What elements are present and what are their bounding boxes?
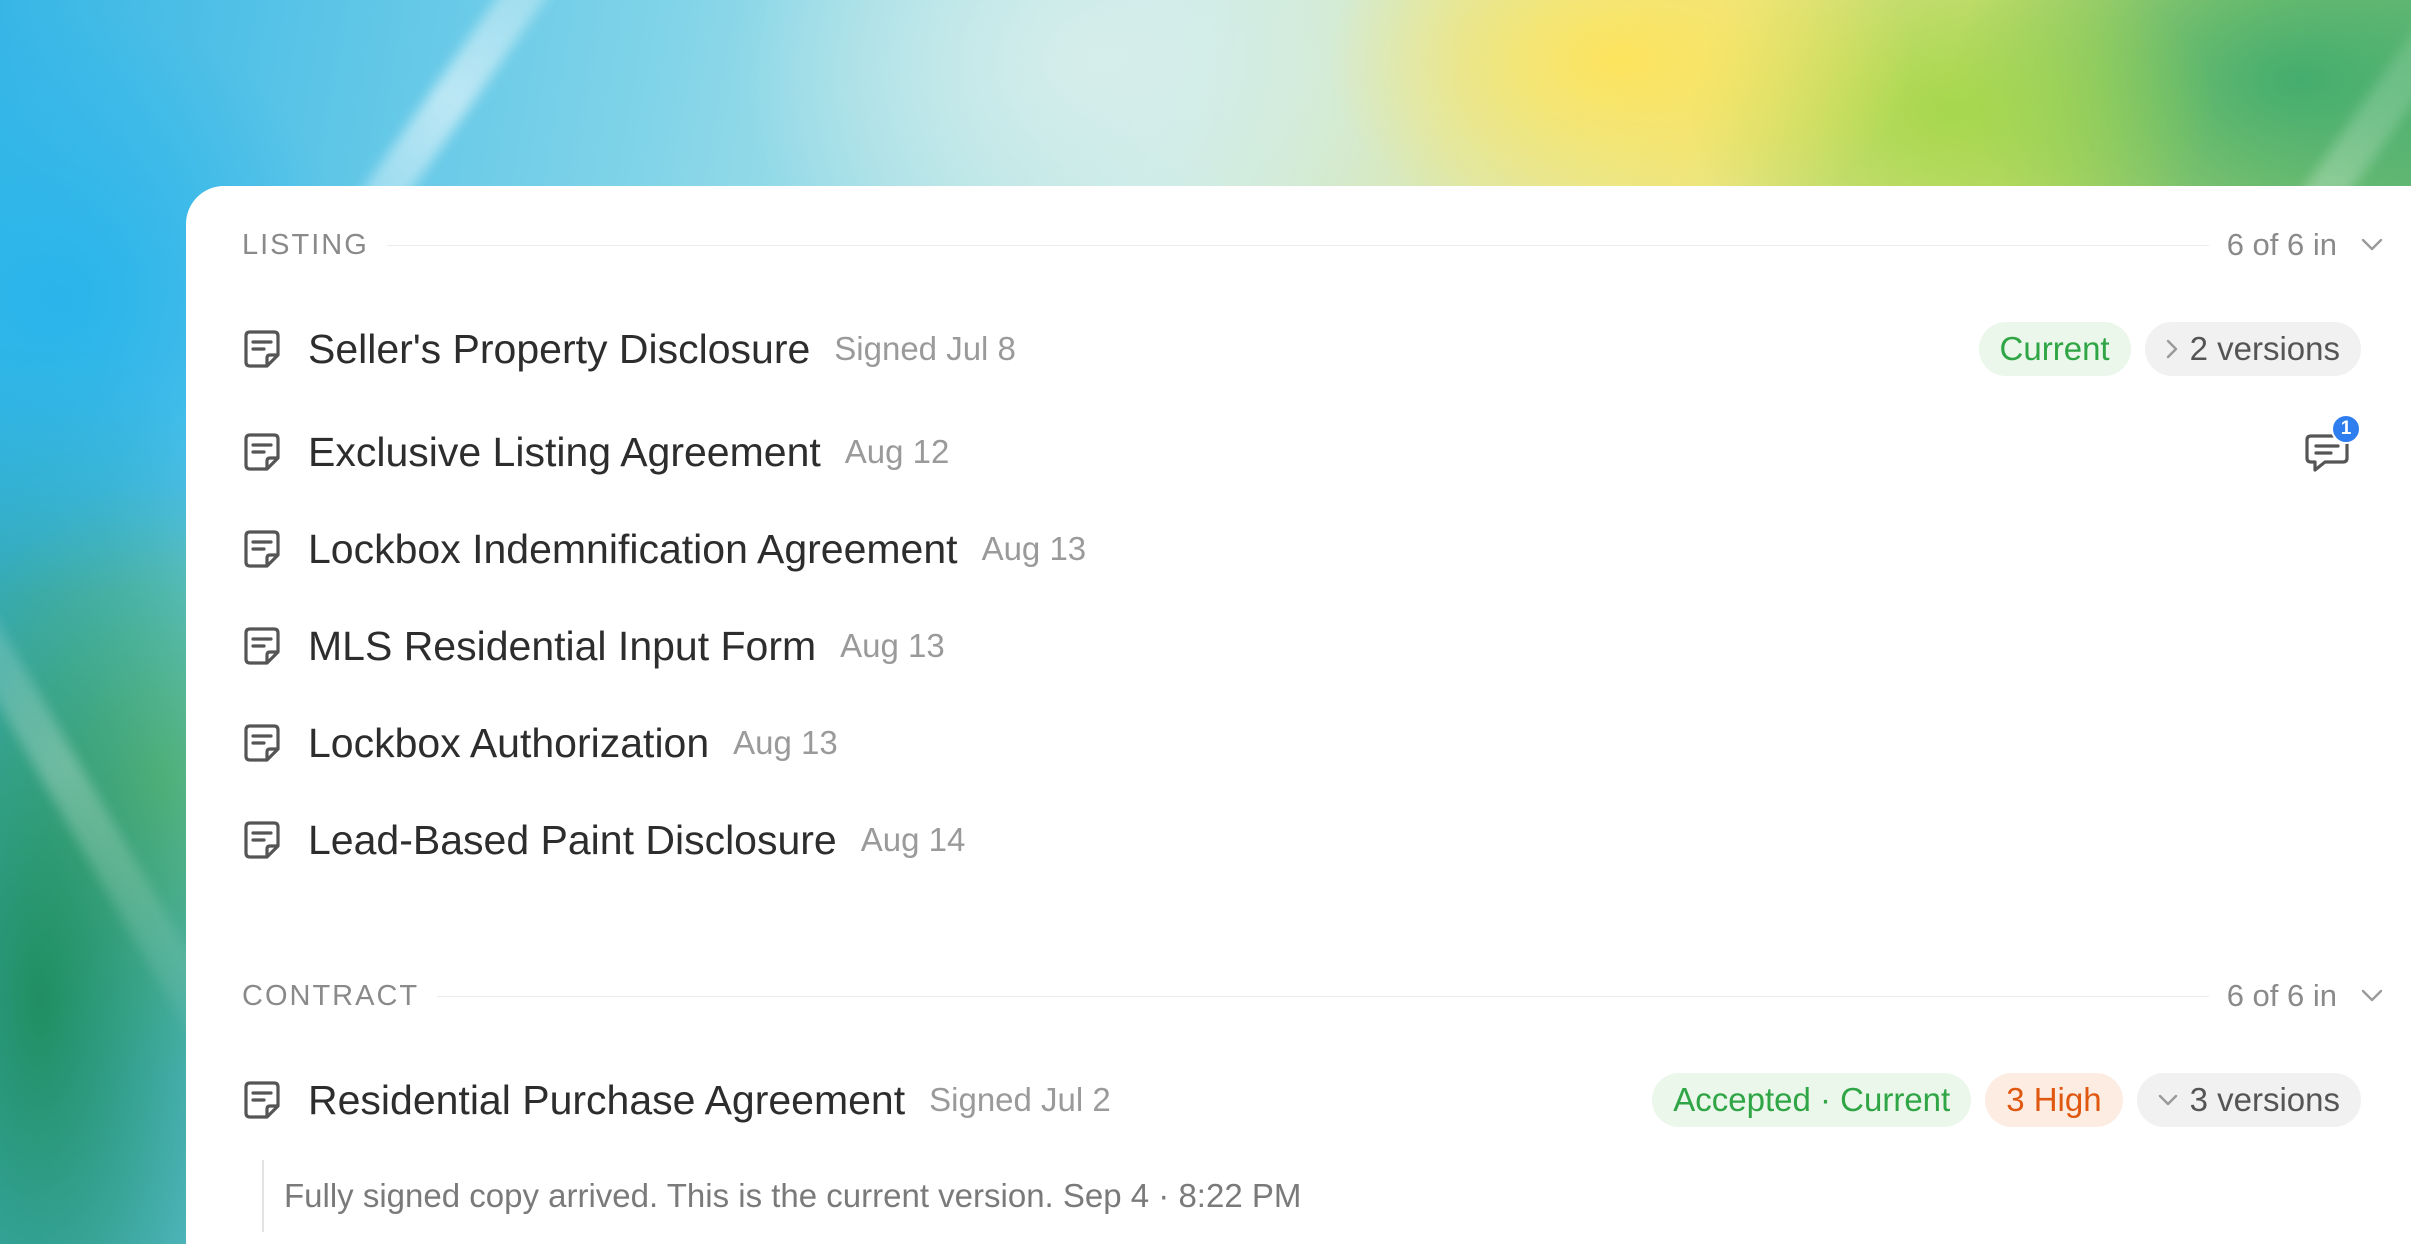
document-row[interactable]: Residential Purchase Agreement Signed Ju…: [242, 1068, 2411, 1132]
document-date: Aug 13: [981, 530, 1087, 567]
document-row[interactable]: Exclusive Listing Agreement Aug 12 1: [242, 414, 2411, 484]
document-date: Aug 13: [840, 627, 945, 664]
document-title[interactable]: MLS Residential Input Form: [308, 623, 816, 670]
versions-label: 2 versions: [2189, 330, 2340, 367]
versions-toggle[interactable]: 2 versions: [2144, 322, 2361, 376]
document-title[interactable]: Lockbox Indemnification Agreement: [308, 526, 958, 573]
version-note-text: Fully signed copy arrived. This is the c…: [284, 1177, 1302, 1214]
document-icon: [244, 627, 280, 665]
document-date: Aug 14: [860, 821, 966, 858]
document-icon: [244, 1081, 280, 1119]
document-row[interactable]: Lead-Based Paint Disclosure Aug 14: [242, 808, 2411, 872]
section-header-listing[interactable]: LISTING 6 of 6 in: [242, 225, 2411, 265]
section-header-contract[interactable]: CONTRACT 6 of 6 in: [242, 976, 2411, 1016]
section-divider: [437, 995, 2209, 997]
document-date: Aug 13: [733, 724, 838, 761]
comment-count-badge: 1: [2331, 414, 2361, 444]
chevron-down-icon: [2158, 1094, 2178, 1106]
chevron-right-icon: [2166, 339, 2178, 359]
chevron-down-icon[interactable]: [2359, 232, 2385, 258]
document-row[interactable]: Lockbox Indemnification Agreement Aug 13: [242, 517, 2411, 581]
document-row[interactable]: Lockbox Authorization Aug 13: [242, 711, 2411, 775]
document-icon: [244, 330, 280, 368]
document-title[interactable]: Lead-Based Paint Disclosure: [308, 817, 837, 864]
comments-button[interactable]: 1: [2303, 414, 2361, 476]
version-note: Fully signed copy arrived. This is the c…: [262, 1160, 1301, 1232]
section-title: LISTING: [242, 228, 369, 261]
status-badge: Current: [1978, 322, 2131, 376]
document-icon: [244, 821, 280, 859]
document-title[interactable]: Exclusive Listing Agreement: [308, 429, 821, 476]
document-date: Signed Jul 2: [929, 1081, 1111, 1118]
document-icon: [244, 433, 280, 471]
document-title[interactable]: Residential Purchase Agreement: [308, 1077, 905, 1124]
versions-label: 3 versions: [2189, 1081, 2340, 1118]
status-badge: Accepted · Current: [1652, 1073, 1972, 1127]
document-icon: [244, 530, 280, 568]
documents-panel: LISTING 6 of 6 in Seller's Property Disc…: [186, 186, 2411, 1244]
document-title[interactable]: Lockbox Authorization: [308, 720, 709, 767]
document-date: Signed Jul 8: [834, 330, 1016, 367]
document-row[interactable]: Seller's Property Disclosure Signed Jul …: [242, 317, 2411, 381]
versions-toggle[interactable]: 3 versions: [2136, 1073, 2361, 1127]
section-count: 6 of 6 in: [2226, 978, 2337, 1013]
section-title: CONTRACT: [242, 979, 420, 1012]
document-icon: [244, 724, 280, 762]
priority-badge[interactable]: 3 High: [1985, 1073, 2123, 1127]
chevron-down-icon[interactable]: [2359, 983, 2385, 1009]
document-date: Aug 12: [844, 433, 950, 470]
section-count: 6 of 6 in: [2226, 227, 2337, 262]
document-title[interactable]: Seller's Property Disclosure: [308, 326, 810, 373]
document-row[interactable]: MLS Residential Input Form Aug 13: [242, 614, 2411, 678]
section-divider: [386, 244, 2209, 246]
